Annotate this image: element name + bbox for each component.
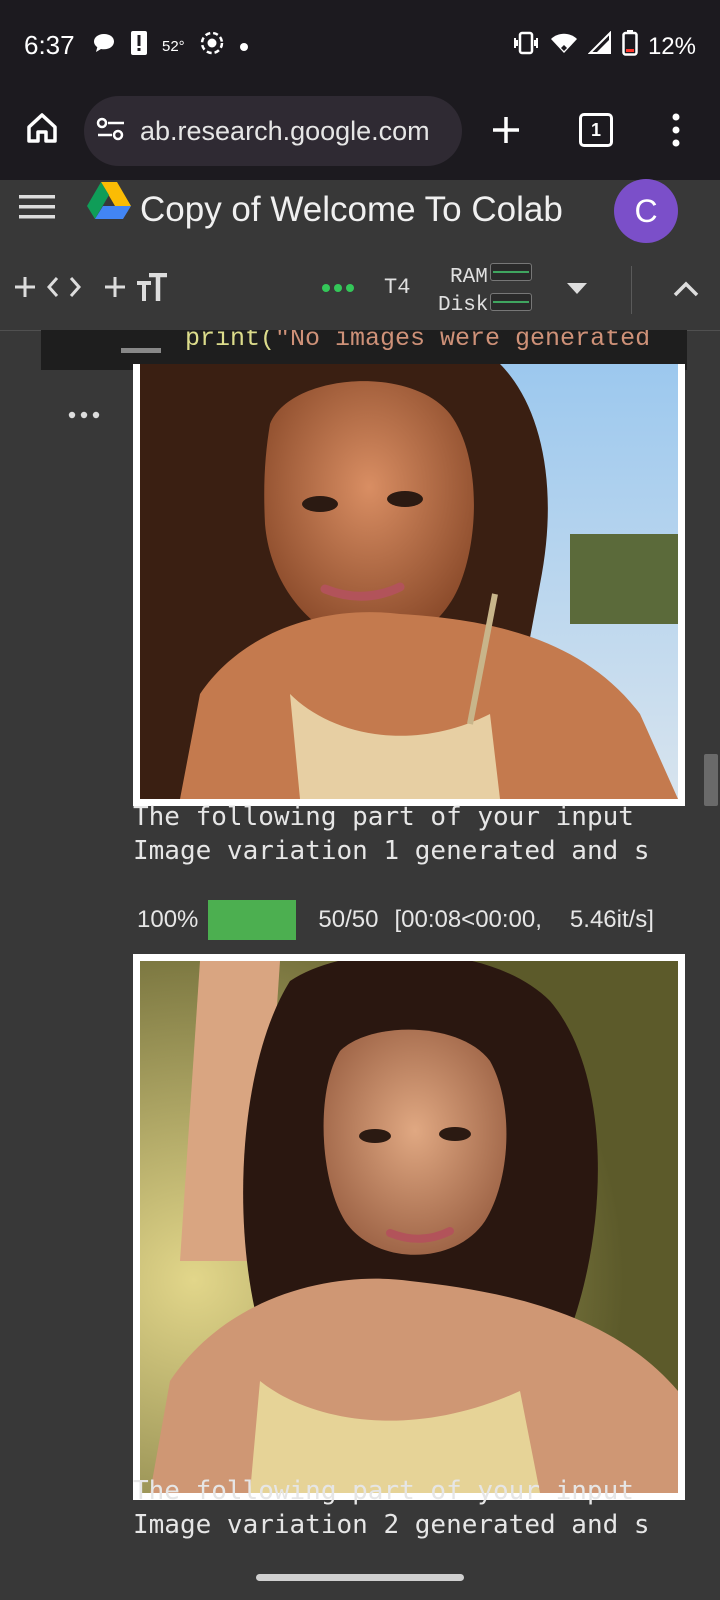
vibrate-icon [512, 31, 540, 62]
runtime-dropdown-icon[interactable] [564, 276, 590, 302]
add-text-cell-icon[interactable] [102, 274, 128, 300]
cell-output-menu-icon[interactable] [68, 394, 100, 426]
url-text: ab.research.google.com [140, 115, 430, 146]
gesture-nav-handle[interactable] [256, 1574, 464, 1581]
battery-icon [622, 30, 638, 63]
new-tab-icon[interactable] [486, 110, 526, 150]
connected-dots-icon[interactable] [320, 278, 356, 298]
notebook-content: print("No images were generated The foll… [0, 330, 720, 1600]
disk-meter [490, 293, 532, 311]
progress-rate: 5.46it/s] [569, 906, 654, 933]
status-time: 6:37 [24, 30, 75, 60]
generated-image-2 [133, 953, 685, 1500]
browser-toolbar: ab.research.google.com 1 [0, 88, 720, 181]
screen-record-icon [199, 30, 225, 62]
progress-bar [208, 900, 297, 940]
code-brackets-icon[interactable] [46, 274, 82, 300]
output-line-4: Image variation 2 generated and s [133, 1510, 650, 1540]
progress-steps: 50/50 [318, 906, 379, 933]
google-drive-icon[interactable] [86, 180, 132, 220]
wifi-icon [550, 31, 578, 62]
alert-icon [130, 30, 148, 62]
code-function: print( [185, 330, 276, 353]
collapse-chevron-up-icon[interactable] [670, 276, 702, 302]
battery-percent: 12% [647, 32, 696, 60]
home-icon[interactable] [22, 108, 62, 148]
site-settings-icon[interactable] [96, 116, 126, 147]
chat-bubble-icon [92, 32, 116, 60]
temperature-text: 52° [162, 37, 185, 55]
scrollbar-thumb[interactable] [704, 754, 718, 806]
portrait-photo-1 [140, 364, 678, 799]
ram-meter [490, 263, 532, 281]
output-line-2: Image variation 1 generated and s [133, 836, 650, 866]
add-code-cell-icon[interactable] [12, 274, 38, 300]
notebook-toolbar: T4 RAM Disk [0, 258, 720, 331]
toolbar-divider [631, 266, 632, 314]
tab-switcher-button[interactable]: 1 [576, 110, 616, 150]
text-format-icon[interactable] [134, 270, 170, 306]
output-line-1: The following part of your input [133, 802, 634, 832]
colab-header: Copy of Welcome To Colab [0, 180, 720, 259]
output-line-3: The following part of your input [133, 1476, 634, 1506]
notebook-title[interactable]: Copy of Welcome To Colab [140, 190, 563, 230]
generated-image-1 [133, 364, 685, 806]
progress-row: 100% 50/50 [00:08<00:00, 5.46it/s] [137, 900, 654, 940]
hamburger-menu-icon[interactable] [18, 188, 56, 226]
status-bar: 6:37 52° 12% [0, 0, 720, 88]
tab-count: 1 [579, 113, 613, 147]
overflow-menu-icon[interactable] [660, 108, 692, 152]
disk-label: Disk [438, 294, 489, 317]
code-line: print("No images were generated [185, 330, 650, 353]
code-string: "No images were generated [275, 330, 651, 353]
signal-icon [587, 30, 612, 62]
runtime-type[interactable]: T4 [384, 275, 410, 300]
dot-icon [239, 35, 249, 58]
url-bar[interactable]: ab.research.google.com [84, 96, 462, 166]
progress-percent: 100% [137, 906, 199, 933]
ram-label: RAM [450, 266, 488, 289]
progress-time: [00:08<00:00, [394, 906, 542, 933]
avatar[interactable]: C [614, 179, 678, 243]
cell-collapse-bar[interactable] [121, 348, 161, 353]
portrait-photo-2 [140, 953, 678, 1493]
